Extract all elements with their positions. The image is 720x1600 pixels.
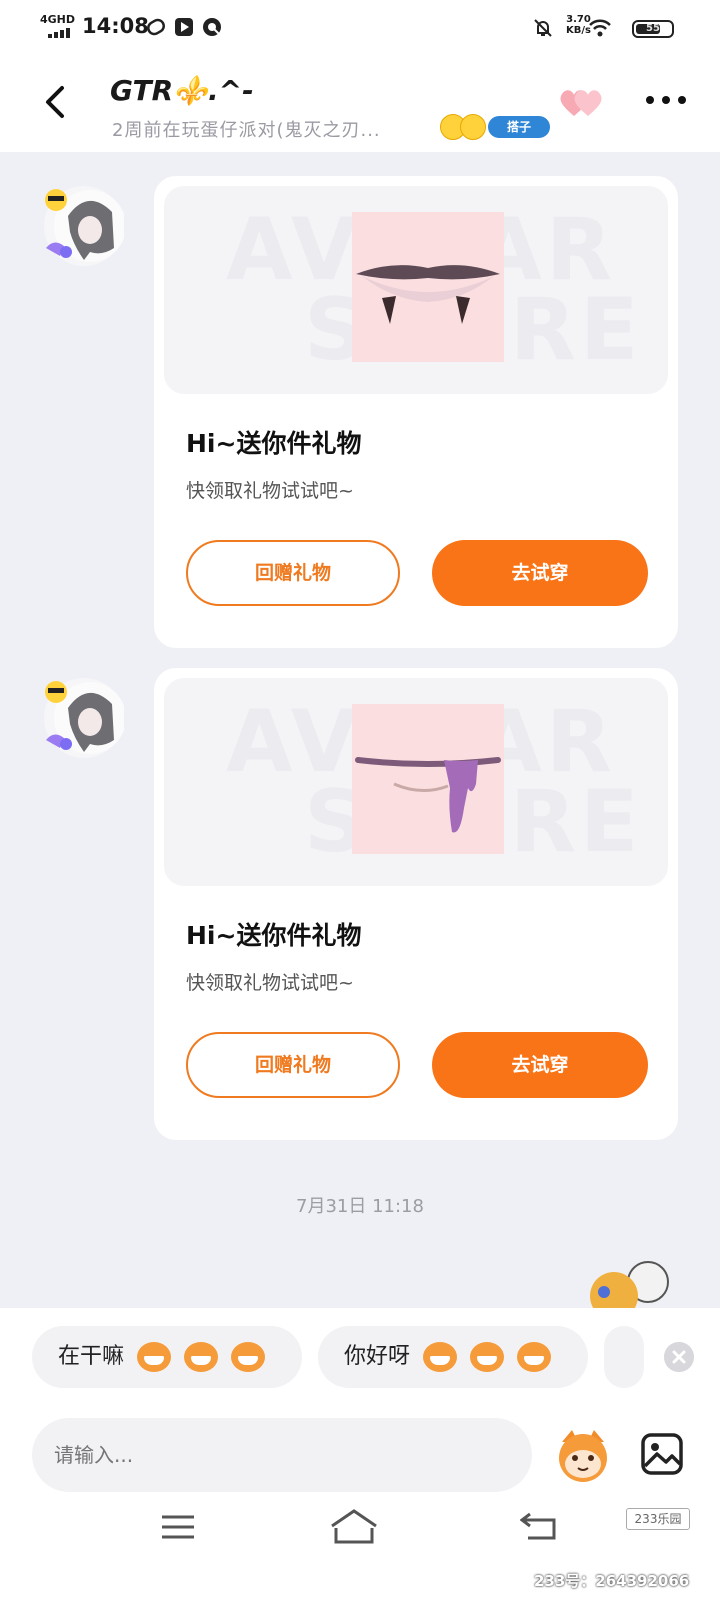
back-nav-icon[interactable] <box>520 1510 560 1542</box>
return-gift-button[interactable]: 回赠礼物 <box>186 540 400 606</box>
avatar-image <box>45 189 126 262</box>
message-input[interactable] <box>32 1418 532 1492</box>
try-on-button[interactable]: 去试穿 <box>432 540 648 606</box>
sticker-peek-image <box>590 1261 669 1308</box>
network-indicator: 4GHD <box>40 13 76 26</box>
gift-preview[interactable]: AVATAR STORE <box>164 186 668 394</box>
smile-sticker-icon <box>470 1342 505 1372</box>
composer-panel: 在干嘛 你好呀 <box>0 1308 720 1600</box>
intimacy-hearts-icon[interactable] <box>558 86 606 120</box>
home-icon[interactable] <box>330 1508 378 1544</box>
gift-message-title: Hi~送你件礼物 <box>186 429 362 458</box>
grin-sticker-icon <box>184 1342 219 1372</box>
smile-sticker-icon <box>423 1342 458 1372</box>
gift-preview[interactable]: AVATAR STORE <box>164 678 668 886</box>
signal-icon <box>48 28 70 38</box>
smile-emoji-icon <box>460 114 486 140</box>
gift-message-desc: 快领取礼物试试吧~ <box>186 480 354 502</box>
mute-notification-icon <box>534 19 552 37</box>
return-gift-button[interactable]: 回赠礼物 <box>186 1032 400 1098</box>
site-watermark-text: 233号：264392066 <box>534 1572 690 1590</box>
gift-message-desc: 快领取礼物试试吧~ <box>186 972 354 994</box>
chat-header: GTR⚜️.^- 2周前在玩蛋仔派对(鬼灭之刃... 搭子 <box>0 56 720 152</box>
status-bar: 4GHD 14:08 3.70 KB/s 55 <box>0 0 720 56</box>
site-watermark-logo: 233乐园 <box>626 1508 690 1530</box>
contact-name: GTR⚜️.^- <box>110 74 254 107</box>
quick-reply-label: 在干嘛 <box>58 1344 125 1369</box>
contact-avatar[interactable] <box>44 678 126 758</box>
app-notification-icon <box>147 18 165 36</box>
gift-message-card[interactable]: AVATAR STORE Hi~送你件礼物 快领取礼物试试吧~ 回赠礼物 去试穿 <box>154 176 678 648</box>
sticker-picker-icon[interactable] <box>554 1426 612 1484</box>
date-divider: 7月31日 11:18 <box>296 1196 424 1217</box>
contact-avatar[interactable] <box>44 186 126 266</box>
chat-message-list[interactable]: AVATAR STORE Hi~送你件礼物 快领取礼物试试吧~ 回赠礼物 去试穿 <box>0 152 720 1308</box>
back-arrow-icon[interactable] <box>36 82 76 122</box>
avatar-image <box>45 681 126 754</box>
image-picker-icon[interactable] <box>640 1432 684 1476</box>
quick-reply-label: 你好呀 <box>344 1344 411 1369</box>
more-options-icon[interactable] <box>644 90 688 110</box>
try-on-button[interactable]: 去试穿 <box>432 1032 648 1098</box>
grin-sticker-icon <box>231 1342 266 1372</box>
fangs-mouth-item-image <box>352 212 504 362</box>
contact-status: 2周前在玩蛋仔派对(鬼灭之刃... <box>112 120 381 141</box>
quick-reply-chip[interactable]: 你好呀 <box>318 1326 588 1388</box>
close-quick-replies-icon[interactable] <box>664 1342 694 1372</box>
gift-message-title: Hi~送你件礼物 <box>186 921 362 950</box>
browser-app-icon <box>203 18 221 36</box>
video-app-icon <box>175 18 193 36</box>
clock: 14:08 <box>82 14 149 38</box>
quick-reply-chip[interactable] <box>604 1326 644 1388</box>
gift-message-card[interactable]: AVATAR STORE Hi~送你件礼物 快领取礼物试试吧~ 回赠礼物 去试穿 <box>154 668 678 1140</box>
wifi-icon <box>589 19 611 37</box>
quick-reply-chip[interactable]: 在干嘛 <box>32 1326 302 1388</box>
battery-indicator: 55 <box>632 20 674 38</box>
grin-sticker-icon <box>137 1342 172 1372</box>
drool-mouth-item-image <box>352 704 504 854</box>
partner-tag: 搭子 <box>488 116 550 138</box>
smile-sticker-icon <box>517 1342 552 1372</box>
menu-icon[interactable] <box>162 1514 194 1540</box>
